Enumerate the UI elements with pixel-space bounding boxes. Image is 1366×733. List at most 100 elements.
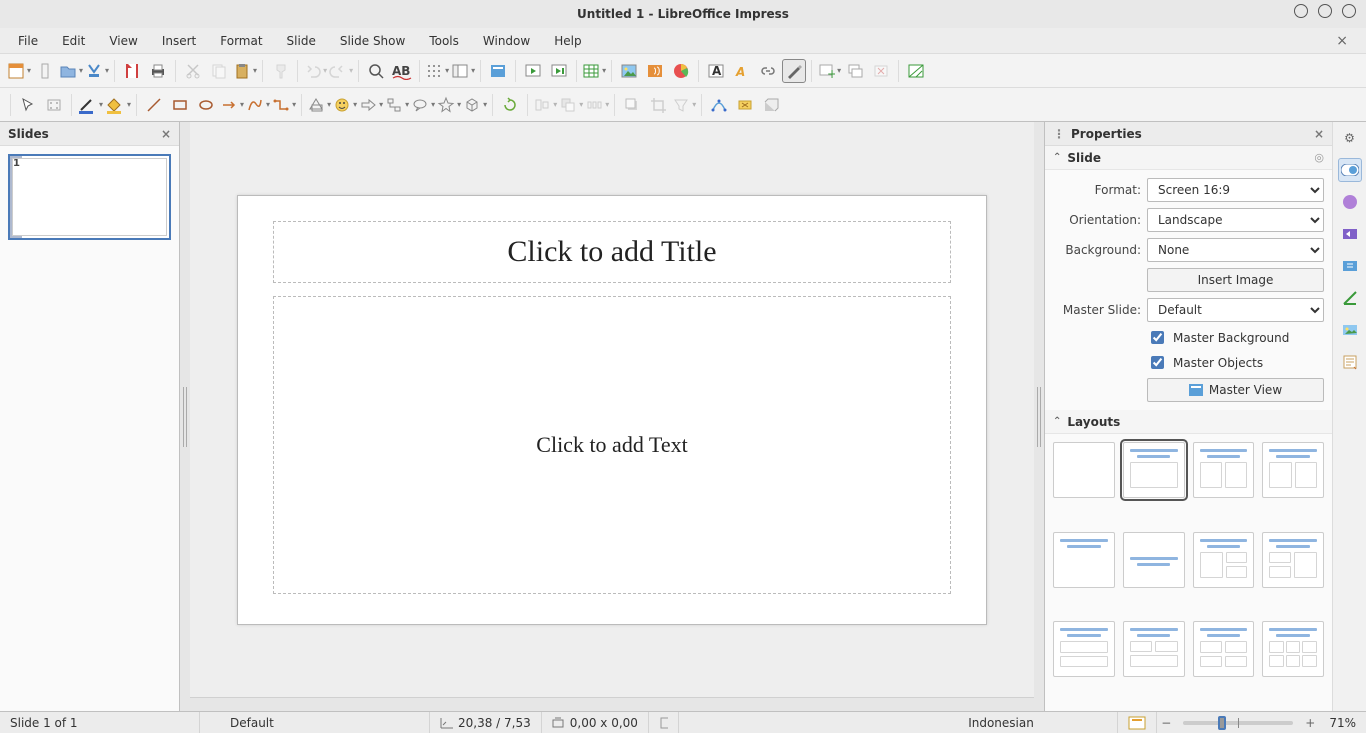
master-slide-select[interactable]: Default [1147,298,1324,322]
layout-9[interactable] [1053,621,1115,677]
tab-animation-icon[interactable] [1338,254,1362,278]
redo-button[interactable] [329,59,353,83]
filter-button[interactable] [672,93,696,117]
extrusion-button[interactable] [759,93,783,117]
print-button[interactable] [146,59,170,83]
layout-10[interactable] [1123,621,1185,677]
menu-help[interactable]: Help [544,31,591,51]
undo-button[interactable] [303,59,327,83]
connectors-button[interactable] [272,93,296,117]
lines-arrows-button[interactable] [220,93,244,117]
display-views-button[interactable] [451,59,475,83]
open-button[interactable] [59,59,83,83]
tab-transitions-icon[interactable] [1338,222,1362,246]
slide-layout-button[interactable] [904,59,928,83]
3d-objects-button[interactable] [463,93,487,117]
shadow-button[interactable] [620,93,644,117]
layout-blank[interactable] [1053,442,1115,498]
text-box-button[interactable]: A [704,59,728,83]
layout-7[interactable] [1193,532,1255,588]
master-background-checkbox[interactable] [1151,331,1164,344]
fontwork-button[interactable]: A [730,59,754,83]
copy-button[interactable] [207,59,231,83]
tab-master-slides-icon[interactable] [1338,286,1362,310]
layout-8[interactable] [1262,532,1324,588]
menu-tools[interactable]: Tools [419,31,469,51]
left-splitter[interactable] [180,122,190,711]
spellcheck-button[interactable]: AB [390,59,414,83]
insert-image-button[interactable] [617,59,641,83]
content-placeholder[interactable]: Click to add Text [273,296,951,594]
templates-button[interactable] [33,59,57,83]
status-language[interactable]: Indonesian [958,712,1118,733]
menu-slideshow[interactable]: Slide Show [330,31,415,51]
start-current-slide-button[interactable] [547,59,571,83]
format-select[interactable]: Screen 16:9 [1147,178,1324,202]
cut-button[interactable] [181,59,205,83]
delete-slide-button[interactable] [869,59,893,83]
layout-title-2content[interactable] [1193,442,1255,498]
close-properties-panel[interactable]: × [1314,127,1324,141]
layouts-section-head[interactable]: Layouts [1045,410,1332,434]
stars-banners-button[interactable] [437,93,461,117]
menu-slide[interactable]: Slide [277,31,326,51]
close-slides-panel[interactable]: × [161,127,171,141]
block-arrows-button[interactable] [359,93,383,117]
show-draw-functions-button[interactable] [782,59,806,83]
menu-window[interactable]: Window [473,31,540,51]
crop-button[interactable] [646,93,670,117]
duplicate-slide-button[interactable] [843,59,867,83]
layout-12[interactable] [1262,621,1324,677]
insert-table-button[interactable] [582,59,606,83]
maximize-button[interactable] [1318,4,1332,18]
ellipse-tool[interactable] [194,93,218,117]
layout-6[interactable] [1123,532,1185,588]
symbol-shapes-button[interactable] [333,93,357,117]
curves-polygons-button[interactable] [246,93,270,117]
document-close-icon[interactable]: × [1326,30,1358,52]
menu-edit[interactable]: Edit [52,31,95,51]
right-splitter[interactable] [1034,122,1044,711]
fill-color-button[interactable] [105,93,131,117]
title-placeholder[interactable]: Click to add Title [273,221,951,283]
find-button[interactable] [364,59,388,83]
layout-title-only[interactable] [1262,442,1324,498]
basic-shapes-button[interactable] [307,93,331,117]
rotate-button[interactable] [498,93,522,117]
export-pdf-button[interactable] [120,59,144,83]
insert-av-button[interactable] [643,59,667,83]
layout-title-content[interactable] [1123,442,1185,498]
tab-properties-icon[interactable] [1338,158,1362,182]
tab-gallery-icon[interactable] [1338,318,1362,342]
gluepoints-button[interactable] [733,93,757,117]
insert-image-button[interactable]: Insert Image [1147,268,1324,292]
new-button[interactable] [7,59,31,83]
master-slide-button[interactable] [486,59,510,83]
new-slide-button[interactable]: + [817,59,841,83]
rectangle-tool[interactable] [168,93,192,117]
callouts-button[interactable] [411,93,435,117]
background-select[interactable]: None [1147,238,1324,262]
zoom-slider[interactable] [1183,721,1293,725]
horizontal-scrollbar[interactable] [190,697,1034,711]
status-fit-slide[interactable] [1118,712,1157,733]
paste-button[interactable] [233,59,257,83]
layout-5[interactable] [1053,532,1115,588]
line-color-button[interactable] [77,93,103,117]
status-signature[interactable] [649,712,679,733]
display-grid-button[interactable] [425,59,449,83]
status-zoom[interactable]: 71% [1319,712,1366,733]
slide-section-options-icon[interactable]: ◎ [1314,151,1324,164]
distribute-button[interactable] [585,93,609,117]
zoom-in-icon[interactable]: + [1301,716,1319,730]
zoom-pan-button[interactable] [42,93,66,117]
select-tool[interactable] [16,93,40,117]
clone-format-button[interactable] [268,59,292,83]
orientation-select[interactable]: Landscape [1147,208,1324,232]
align-objects-button[interactable] [533,93,557,117]
insert-chart-button[interactable] [669,59,693,83]
slide-canvas[interactable]: Click to add Title Click to add Text [237,195,987,625]
tab-navigator-icon[interactable] [1338,350,1362,374]
slides-panel-body[interactable]: 1 [0,146,179,711]
hyperlink-button[interactable] [756,59,780,83]
